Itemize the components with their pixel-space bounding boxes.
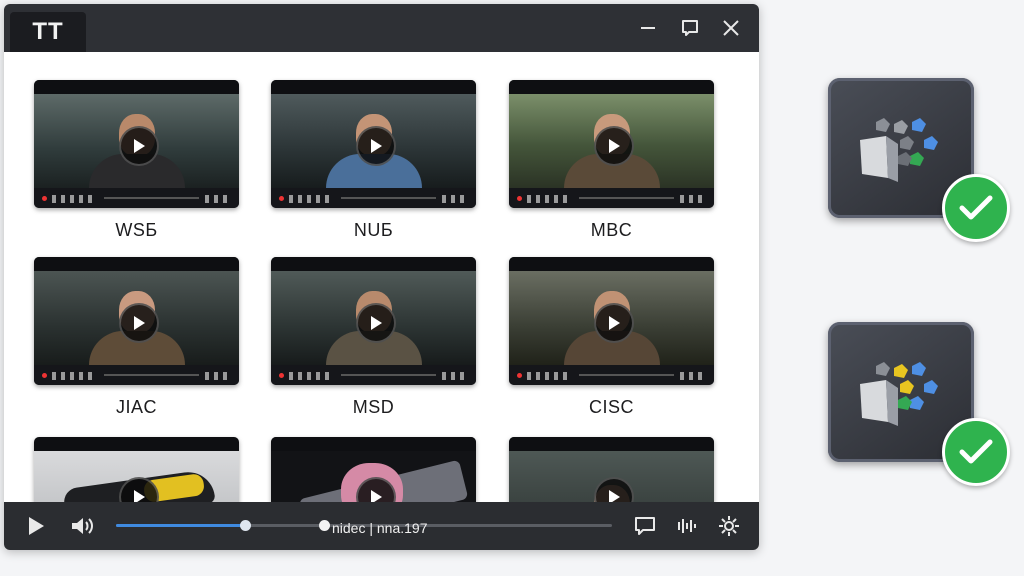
app-blocks-icon — [856, 362, 946, 437]
app-blocks-icon — [856, 118, 946, 193]
media-info-label: nidec | nna.197 — [332, 520, 428, 536]
audio-icon[interactable] — [674, 514, 700, 538]
play-icon[interactable] — [593, 303, 634, 343]
video-caption[interactable]: JIAC — [34, 397, 239, 418]
progress-fill — [116, 524, 245, 527]
video-thumbnail[interactable] — [34, 257, 239, 385]
minimize-icon[interactable] — [634, 14, 662, 42]
video-thumbnail[interactable] — [509, 80, 714, 208]
video-card[interactable]: CISC — [509, 257, 714, 418]
play-icon[interactable] — [118, 126, 159, 166]
settings-icon[interactable] — [716, 514, 742, 538]
video-thumbnail[interactable] — [34, 80, 239, 208]
video-caption[interactable]: WSБ — [34, 220, 239, 241]
check-icon — [942, 418, 1010, 486]
window-tab[interactable]: TT — [10, 12, 86, 52]
video-thumbnail[interactable] — [509, 257, 714, 385]
video-card[interactable]: WSБ — [34, 80, 239, 241]
app-tile[interactable] — [828, 322, 1010, 486]
title-bar: TT — [4, 4, 759, 52]
play-icon[interactable] — [118, 303, 159, 343]
video-card[interactable]: MBC — [509, 80, 714, 241]
close-icon[interactable] — [717, 14, 745, 42]
play-icon[interactable] — [593, 126, 634, 166]
play-icon[interactable] — [355, 126, 396, 166]
video-card[interactable]: JIAC — [34, 257, 239, 418]
restore-icon[interactable] — [676, 14, 704, 42]
video-caption[interactable]: NUБ — [271, 220, 476, 241]
player-controls: nidec | nna.197 — [4, 502, 759, 550]
video-thumbnail[interactable] — [271, 257, 476, 385]
video-grid: WSБ NUБ MBC JIAC MSD CISC — [4, 52, 759, 550]
volume-icon[interactable] — [68, 514, 98, 538]
video-caption[interactable]: CISC — [509, 397, 714, 418]
subtitles-icon[interactable] — [632, 514, 658, 538]
app-tile[interactable] — [828, 78, 1010, 242]
video-card[interactable]: MSD — [271, 257, 476, 418]
video-card[interactable]: NUБ — [271, 80, 476, 241]
play-icon[interactable] — [355, 303, 396, 343]
check-icon — [942, 174, 1010, 242]
video-thumbnail[interactable] — [271, 80, 476, 208]
hover-marker — [319, 520, 331, 531]
progress-knob[interactable] — [239, 520, 251, 531]
video-browser-window: TT WSБ NUБ MBC JIAC MSD CISC nidec | nna… — [4, 4, 759, 550]
video-caption[interactable]: MSD — [271, 397, 476, 418]
video-caption[interactable]: MBC — [509, 220, 714, 241]
play-icon[interactable] — [24, 514, 48, 538]
